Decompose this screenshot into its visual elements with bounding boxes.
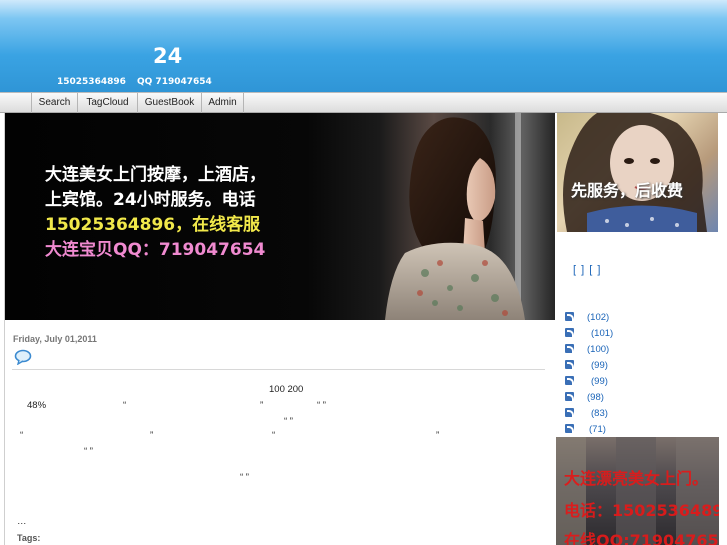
rss-icon[interactable]	[565, 312, 574, 321]
post-date: Friday, July 01,2011	[13, 334, 97, 344]
rss-icon[interactable]	[565, 328, 574, 337]
post-text: “ ”	[317, 400, 326, 411]
post-text: ”	[436, 430, 440, 441]
nav-search[interactable]: Search	[31, 93, 77, 113]
nav-bar: Search TagCloud GuestBook Admin	[0, 92, 727, 113]
post-text: ”	[260, 400, 264, 411]
rss-icon[interactable]	[565, 408, 574, 417]
comment-icon[interactable]	[14, 349, 32, 365]
category-count[interactable]: (83)	[591, 408, 608, 419]
post-divider	[12, 369, 545, 370]
post-text: “	[272, 430, 276, 441]
post-text: “	[123, 400, 127, 411]
category-count[interactable]: (98)	[587, 392, 604, 403]
banner-line-2: 上宾馆。24小时服务。电话	[45, 190, 256, 210]
post-text: …	[17, 516, 27, 527]
post-tags-label: Tags:	[17, 533, 41, 543]
banner-line-4: 大连宝贝QQ：719047654	[45, 240, 266, 260]
woman-photo	[385, 113, 555, 320]
banner-line-1: 大连美女上门按摩，上酒店，	[45, 165, 266, 185]
sidebar-bottom-ad[interactable]: 大连漂亮美女上门。 电话：15025364896 在线QQ:719047654	[556, 437, 719, 545]
site-header: 24 15025364896 QQ 719047654	[0, 0, 727, 92]
rss-icon[interactable]	[565, 392, 574, 401]
post-text: 48%	[27, 400, 47, 411]
category-count[interactable]: (99)	[591, 360, 608, 371]
rss-icon[interactable]	[565, 424, 574, 433]
site-qq: QQ 719047654	[137, 77, 212, 87]
banner-line-3: 15025364896，在线客服	[45, 215, 261, 235]
category-count[interactable]: (99)	[591, 376, 608, 387]
post-text: “ ”	[284, 416, 293, 427]
sidebar-links[interactable]: [ ] [ ]	[573, 264, 601, 276]
site-phone: 15025364896	[57, 77, 126, 87]
category-count[interactable]: (100)	[587, 344, 609, 355]
rss-icon[interactable]	[565, 344, 574, 353]
post-text: “	[20, 430, 24, 441]
nav-tagcloud[interactable]: TagCloud	[77, 93, 137, 113]
bottom-ad-line-3: 在线QQ:719047654	[564, 531, 719, 545]
nav-guestbook[interactable]: GuestBook	[137, 93, 201, 113]
category-count[interactable]: (102)	[587, 312, 609, 323]
site-title[interactable]: 24	[153, 44, 182, 68]
banner-ad[interactable]: 大连美女上门按摩，上酒店， 上宾馆。24小时服务。电话 15025364896，…	[5, 113, 555, 320]
post-text: “ ”	[84, 446, 93, 457]
post-text: “ ”	[240, 472, 249, 483]
nav-admin[interactable]: Admin	[201, 93, 244, 113]
post-text: ”	[150, 430, 154, 441]
bottom-ad-line-1: 大连漂亮美女上门。	[564, 469, 709, 488]
bottom-ad-line-2: 电话：15025364896	[564, 501, 719, 520]
sidebar-ad[interactable]: 先服务，后收费	[557, 113, 718, 232]
girl-photo	[563, 113, 707, 232]
post-text: 100 200	[269, 384, 304, 395]
rss-icon[interactable]	[565, 360, 574, 369]
category-count[interactable]: (101)	[591, 328, 613, 339]
category-count[interactable]: (71)	[589, 424, 606, 435]
rss-icon[interactable]	[565, 376, 574, 385]
sidebar-ad-text: 先服务，后收费	[571, 181, 684, 200]
